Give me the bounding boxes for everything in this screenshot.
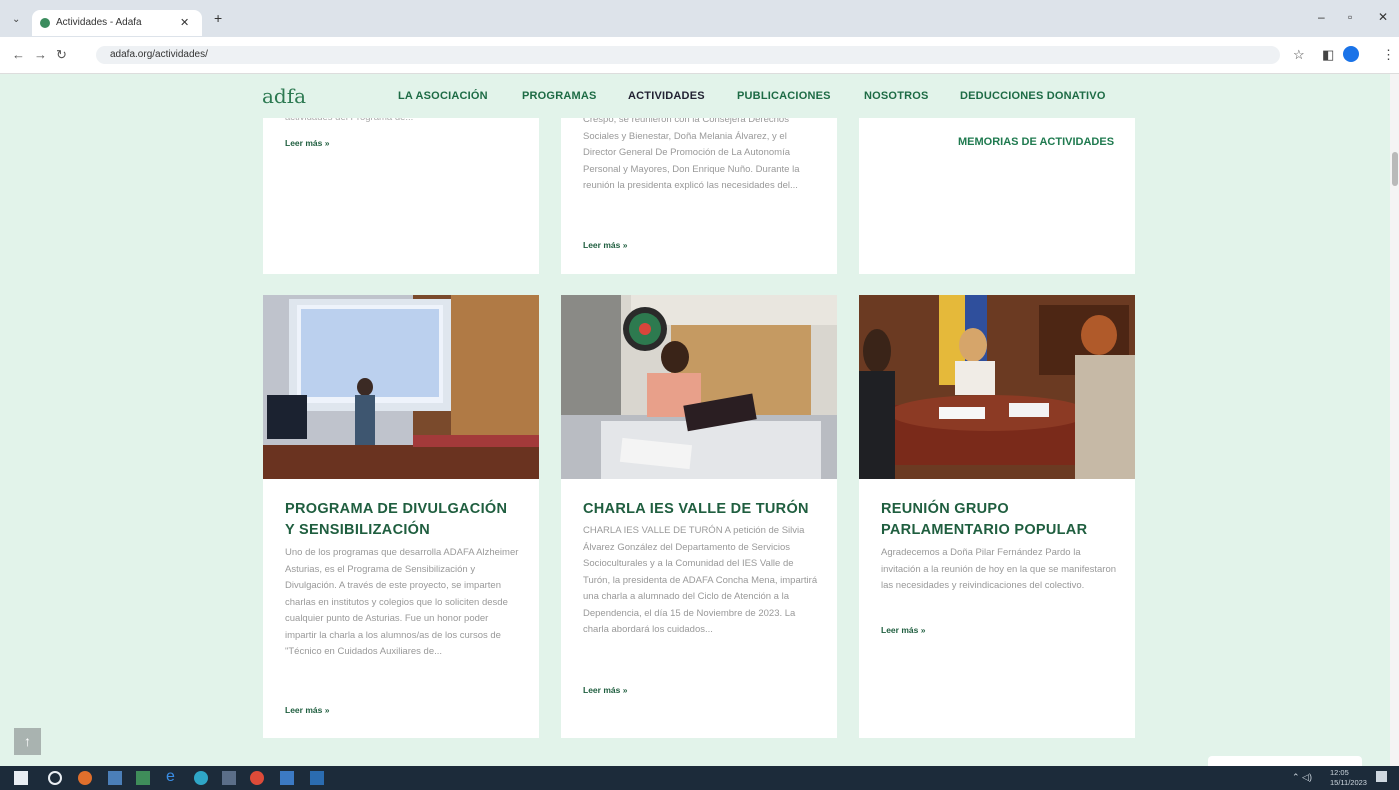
forward-arrow-icon[interactable]: →: [34, 47, 47, 62]
site-header: adfa LA ASOCIACIÓN PROGRAMAS ACTIVIDADES…: [0, 74, 1390, 118]
card-description: Uno de los programas que desarrolla ADAF…: [285, 547, 519, 657]
edge-legacy-icon[interactable]: e: [166, 768, 180, 785]
tray-icons[interactable]: ⌃ ◁): [1292, 772, 1312, 783]
app-icon[interactable]: [136, 771, 150, 785]
classroom-photo: [263, 295, 539, 479]
card-image[interactable]: [263, 295, 539, 479]
back-to-top-button[interactable]: ↑: [14, 728, 41, 755]
card-description: CHARLA IES VALLE DE TURÓN A petición de …: [583, 525, 818, 635]
activity-card: CHARLA IES VALLE DE TURÓN CHARLA IES VAL…: [561, 295, 837, 738]
new-tab-button[interactable]: +: [214, 10, 222, 26]
tab-close-icon[interactable]: ✕: [180, 16, 189, 29]
os-taskbar: e ⌃ ◁) 12:05 15/11/2023: [0, 766, 1399, 790]
tab-title: Actividades - Adafa: [56, 17, 142, 28]
edge-icon[interactable]: [194, 771, 208, 785]
nav-item-asociacion[interactable]: LA ASOCIACIÓN: [398, 90, 488, 102]
clock[interactable]: 12:05 15/11/2023: [1330, 768, 1367, 788]
profile-avatar-icon[interactable]: [1343, 46, 1359, 62]
read-more-link[interactable]: Leer más »: [881, 625, 925, 635]
card-image[interactable]: [561, 295, 837, 479]
app-icon[interactable]: [108, 771, 122, 785]
read-more-link[interactable]: Leer más »: [285, 705, 329, 715]
address-bar-row: ← → ↻ adafa.org/actividades/ ☆ ◧ ⋮: [0, 37, 1399, 74]
card-description: Agradecemos a Doña Pilar Fernández Pardo…: [881, 547, 1117, 591]
site-logo[interactable]: adfa: [262, 84, 306, 108]
back-arrow-icon[interactable]: ←: [12, 47, 25, 62]
file-explorer-icon[interactable]: [222, 771, 236, 785]
activity-card: PROGRAMA DE DIVULGACIÓN Y SENSIBILIZACIÓ…: [263, 295, 539, 738]
clock-time: 12:05: [1330, 768, 1349, 777]
minimize-button[interactable]: –: [1318, 10, 1325, 24]
search-icon[interactable]: [48, 771, 62, 785]
app-icon[interactable]: [280, 771, 294, 785]
firefox-icon[interactable]: [78, 771, 92, 785]
card-title[interactable]: REUNIÓN GRUPO PARLAMENTARIO POPULAR: [881, 499, 1087, 541]
bookmark-star-icon[interactable]: ☆: [1293, 47, 1305, 63]
card-title-line: REUNIÓN GRUPO: [881, 501, 1009, 517]
activity-card: actividades del Programa de... Leer más …: [263, 112, 539, 274]
scrollbar-thumb[interactable]: [1392, 152, 1398, 186]
card-title-line: Y SENSIBILIZACIÓN: [285, 522, 431, 538]
browser-tab-strip: ⌄ Actividades - Adafa ✕ + – ▫ ✕: [0, 0, 1399, 37]
read-more-link[interactable]: Leer más »: [583, 685, 627, 695]
favicon-icon: [40, 18, 50, 28]
windows-start-icon[interactable]: [14, 771, 28, 785]
maximize-button[interactable]: ▫: [1348, 10, 1352, 24]
office-photo: [561, 295, 837, 479]
card-title-line: PROGRAMA DE DIVULGACIÓN: [285, 501, 508, 517]
nav-item-publicaciones[interactable]: PUBLICACIONES: [737, 90, 831, 102]
read-more-link[interactable]: Leer más »: [583, 240, 627, 250]
read-more-link[interactable]: Leer más »: [285, 138, 329, 148]
card-image[interactable]: [859, 295, 1135, 479]
card-title-line: CHARLA IES VALLE DE TURÓN: [583, 501, 809, 517]
side-panel-icon[interactable]: ◧: [1322, 47, 1334, 63]
card-title-line: PARLAMENTARIO POPULAR: [881, 522, 1088, 538]
clock-date: 15/11/2023: [1330, 778, 1367, 787]
chrome-icon[interactable]: [250, 771, 264, 785]
activity-card: Crespo, se reunieron con la Consejera De…: [561, 114, 837, 274]
chat-widget-tab[interactable]: [1208, 756, 1362, 766]
reload-icon[interactable]: ↻: [56, 47, 67, 63]
window-close-button[interactable]: ✕: [1378, 10, 1388, 24]
browser-menu-icon[interactable]: ⋮: [1382, 47, 1395, 63]
nav-item-actividades[interactable]: ACTIVIDADES: [628, 90, 705, 102]
nav-item-deducciones[interactable]: DEDUCCIONES DONATIVO: [960, 90, 1106, 102]
card-description: Crespo, se reunieron con la Consejera De…: [583, 114, 800, 191]
activity-card: REUNIÓN GRUPO PARLAMENTARIO POPULAR Agra…: [859, 295, 1135, 738]
url-field[interactable]: adafa.org/actividades/: [96, 46, 1280, 64]
meeting-photo: [859, 295, 1135, 479]
nav-item-programas[interactable]: PROGRAMAS: [522, 90, 597, 102]
app-icon[interactable]: [310, 771, 324, 785]
tab-search-icon[interactable]: ⌄: [12, 14, 20, 25]
browser-tab[interactable]: Actividades - Adafa ✕: [32, 10, 202, 36]
card-title[interactable]: CHARLA IES VALLE DE TURÓN: [583, 499, 809, 520]
memorias-link[interactable]: MEMORIAS DE ACTIVIDADES: [958, 136, 1114, 148]
notification-icon[interactable]: [1376, 771, 1387, 782]
card-title[interactable]: PROGRAMA DE DIVULGACIÓN Y SENSIBILIZACIÓ…: [285, 499, 507, 541]
nav-item-nosotros[interactable]: NOSOTROS: [864, 90, 929, 102]
